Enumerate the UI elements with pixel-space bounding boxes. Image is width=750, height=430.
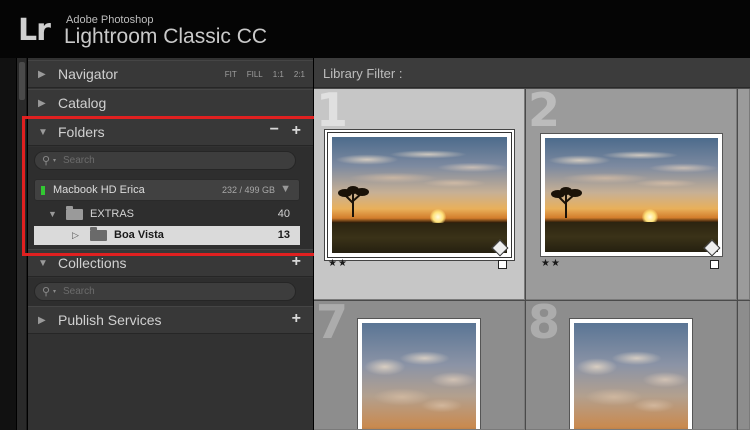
sidebar-scrollbar[interactable] [17,58,27,430]
grid-cell-7[interactable]: 7 [314,301,525,430]
zoom-1-1[interactable]: 1:1 [273,70,284,79]
sidebar-empty-area [28,335,313,430]
panel-header-catalog[interactable]: ▶ Catalog [28,89,313,117]
grid-cell-partial[interactable] [738,301,750,430]
remove-folder-button[interactable]: − [270,121,279,139]
folder-icon [90,227,107,241]
volume-dropdown-icon[interactable]: ▼ [280,183,291,195]
cell-index: 8 [528,301,561,349]
library-grid-area: Library Filter : 1 ★★ 2 ★★ 7 8 [314,58,750,430]
star-rating[interactable]: ★★ [328,258,348,269]
search-icon: ⚲ [42,155,51,167]
add-collection-button[interactable]: + [292,253,301,271]
panel-header-folders[interactable]: ▼ Folders − + [28,118,313,146]
sunset-photo-portrait [574,323,688,429]
photo-clouds [574,341,688,427]
search-options-arrow-icon[interactable]: ▾ [53,157,56,164]
folders-title: Folders [58,124,105,140]
cell-index: 2 [528,89,561,137]
expanded-triangle-icon[interactable]: ▼ [48,209,57,219]
expanded-triangle-icon: ▼ [38,127,48,138]
expanded-triangle-icon: ▼ [38,258,48,269]
tree-silhouette-icon [551,187,582,218]
library-filter-label: Library Filter : [323,66,403,81]
navigator-title: Navigator [58,66,118,82]
volume-status-icon [41,186,45,195]
panel-header-navigator[interactable]: ▶ Navigator FIT FILL 1:1 2:1 [28,60,313,88]
folder-icon [66,206,83,220]
photo-thumbnail[interactable] [541,134,722,256]
left-edge [0,58,16,430]
grid-cell-partial[interactable] [738,89,750,300]
volume-capacity: 232 / 499 GB [221,185,275,195]
zoom-fit[interactable]: FIT [225,70,237,79]
app-name: Lightroom Classic CC [64,25,268,48]
photo-thumbnail[interactable] [570,319,692,429]
folders-search[interactable]: ⚲ ▾ [34,151,296,170]
left-panel: ▶ Navigator FIT FILL 1:1 2:1 ▶ Catalog ▼… [28,58,313,430]
library-filter-bar[interactable]: Library Filter : [314,58,750,88]
search-icon: ⚲ [42,286,51,298]
folder-item-boa-vista[interactable]: ▷ Boa Vista 13 [34,226,300,245]
title-bar: Lr Adobe Photoshop Lightroom Classic CC [0,0,750,58]
volume-row[interactable]: Macbook HD Erica 232 / 499 GB ▼ [34,179,300,201]
cell-index: 7 [316,301,349,349]
flag-checkbox[interactable] [710,260,719,269]
panel-header-publish-services[interactable]: ▶ Publish Services + [28,306,313,334]
collapsed-triangle-icon: ▶ [38,315,46,326]
photo-thumbnail[interactable] [328,133,511,257]
grid-cell-8[interactable]: 8 [526,301,737,430]
folder-item-extras[interactable]: ▼ EXTRAS 40 [34,205,300,224]
sunset-photo [332,137,507,253]
collections-title: Collections [58,255,127,271]
add-folder-button[interactable]: + [292,122,301,140]
add-publish-service-button[interactable]: + [292,310,301,328]
star-rating[interactable]: ★★ [541,258,561,269]
grid-cell-1[interactable]: 1 ★★ [314,89,525,300]
panel-header-collections[interactable]: ▼ Collections + [28,249,313,277]
sunset-photo [545,138,718,252]
photo-clouds [362,341,476,427]
photo-ground [332,222,507,253]
cell-index: 1 [316,89,349,137]
volume-name: Macbook HD Erica [53,184,145,196]
folders-search-input[interactable] [63,153,283,168]
lightroom-logo: Lr [18,13,51,48]
catalog-title: Catalog [58,95,107,111]
search-options-arrow-icon[interactable]: ▾ [53,288,56,295]
folder-name: EXTRAS [90,208,135,220]
collapsed-triangle-icon: ▶ [38,69,46,80]
collections-search-input[interactable] [63,284,283,299]
zoom-fill[interactable]: FILL [247,70,263,79]
tree-silhouette-icon [338,186,369,217]
collections-search[interactable]: ⚲ ▾ [34,282,296,301]
photo-ground [545,222,718,252]
collapsed-triangle-icon[interactable]: ▷ [72,230,79,241]
navigator-zoom-modes: FIT FILL 1:1 2:1 [225,70,305,79]
folder-count: 40 [277,208,290,220]
collapsed-triangle-icon: ▶ [38,98,46,109]
zoom-2-1[interactable]: 2:1 [294,70,305,79]
folders-panel-body: ⚲ ▾ Macbook HD Erica 232 / 499 GB ▼ ▼ EX… [28,147,313,255]
flag-checkbox[interactable] [498,260,507,269]
sunset-photo-portrait [362,323,476,429]
folder-name: Boa Vista [114,229,164,241]
collections-panel-body: ⚲ ▾ [28,278,313,306]
scrollbar-thumb[interactable] [19,62,25,100]
photo-thumbnail[interactable] [358,319,480,429]
grid-cell-2[interactable]: 2 ★★ [526,89,737,300]
publish-services-title: Publish Services [58,312,162,328]
folder-count: 13 [277,229,290,241]
